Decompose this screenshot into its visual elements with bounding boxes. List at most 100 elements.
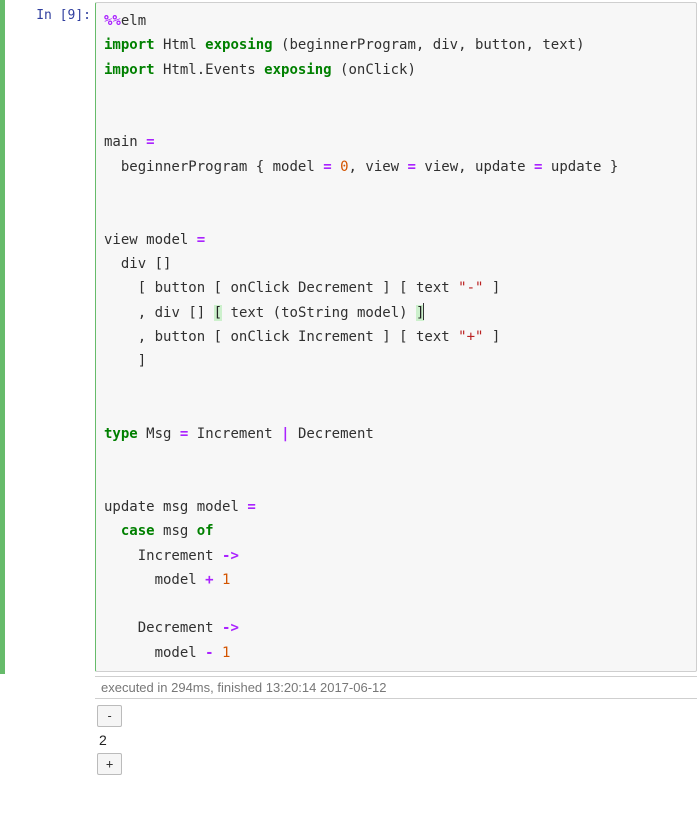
fn-beginnerprogram: beginnerProgram bbox=[121, 159, 247, 175]
def-main: main bbox=[104, 134, 138, 150]
op-pipe: | bbox=[281, 426, 289, 442]
rbracket: ] bbox=[492, 280, 500, 296]
expose-item: text bbox=[542, 37, 576, 53]
op-plus: + bbox=[205, 572, 213, 588]
def-view: view bbox=[104, 232, 138, 248]
op-equals: = bbox=[197, 232, 205, 248]
op-equals: = bbox=[534, 159, 542, 175]
lit-one: 1 bbox=[222, 645, 230, 661]
fn-text: text bbox=[416, 329, 450, 345]
mod-html: Html bbox=[163, 37, 197, 53]
brace-close: } bbox=[610, 159, 618, 175]
kw-exposing: exposing bbox=[264, 62, 331, 78]
comma: , bbox=[138, 305, 146, 321]
code-content[interactable]: %%elm import Html exposing ( beginnerProg… bbox=[96, 3, 696, 671]
lbracket: [ bbox=[399, 329, 407, 345]
msg-increment: Increment bbox=[298, 329, 374, 345]
op-arrow: -> bbox=[222, 620, 239, 636]
matched-lbracket: [ bbox=[214, 305, 222, 321]
fn-button: button bbox=[155, 329, 206, 345]
increment-button[interactable]: + bbox=[97, 753, 122, 775]
arg-model: model bbox=[197, 499, 239, 515]
op-minus: - bbox=[205, 645, 213, 661]
msg-decrement: Decrement bbox=[298, 280, 374, 296]
fn-div: div bbox=[155, 305, 180, 321]
lit-zero: 0 bbox=[340, 159, 348, 175]
op-arrow: -> bbox=[222, 548, 239, 564]
paren-open: ( bbox=[273, 305, 281, 321]
code-cell: In [9]: %%elm import Html exposing ( begi… bbox=[0, 0, 697, 674]
mod-html-events: Html.Events bbox=[163, 62, 256, 78]
lbracket: [ bbox=[138, 280, 146, 296]
fn-button: button bbox=[155, 280, 206, 296]
field-view: view bbox=[365, 159, 399, 175]
code-editor[interactable]: %%elm import Html exposing ( beginnerProg… bbox=[95, 2, 697, 672]
lit-one: 1 bbox=[222, 572, 230, 588]
kw-import: import bbox=[104, 37, 155, 53]
kw-exposing: exposing bbox=[205, 37, 272, 53]
expose-item: onClick bbox=[348, 62, 407, 78]
comma: , bbox=[458, 159, 466, 175]
rbracket: ] bbox=[382, 280, 390, 296]
str-minus: "-" bbox=[458, 280, 483, 296]
paren-close: ) bbox=[399, 305, 407, 321]
rbracket: ] bbox=[138, 353, 146, 369]
lbracket: [ bbox=[214, 280, 222, 296]
var-msg: msg bbox=[163, 523, 188, 539]
rbracket: ] bbox=[197, 305, 205, 321]
op-equals: = bbox=[180, 426, 188, 442]
rbracket: ] bbox=[163, 256, 171, 272]
field-update: update bbox=[475, 159, 526, 175]
brace-open: { bbox=[256, 159, 264, 175]
arg-model: model bbox=[146, 232, 188, 248]
type-msg: Msg bbox=[146, 426, 171, 442]
pattern-decrement: Decrement bbox=[138, 620, 214, 636]
var-update: update bbox=[551, 159, 602, 175]
expose-item: beginnerProgram bbox=[289, 37, 415, 53]
magic-percent: %% bbox=[104, 13, 121, 29]
field-model: model bbox=[273, 159, 315, 175]
output-area: executed in 294ms, finished 13:20:14 201… bbox=[95, 676, 697, 781]
rbracket: ] bbox=[492, 329, 500, 345]
str-plus: "+" bbox=[458, 329, 483, 345]
text-cursor bbox=[423, 303, 424, 320]
op-equals: = bbox=[323, 159, 331, 175]
var-view: view bbox=[424, 159, 458, 175]
ctor-increment: Increment bbox=[197, 426, 273, 442]
paren-close: ) bbox=[408, 62, 416, 78]
rbracket: ] bbox=[382, 329, 390, 345]
expose-item: button bbox=[475, 37, 526, 53]
magic-lang: elm bbox=[121, 13, 146, 29]
var-model: model bbox=[155, 572, 197, 588]
comma: , bbox=[349, 159, 357, 175]
expose-item: div bbox=[433, 37, 458, 53]
input-prompt: In [9]: bbox=[5, 2, 95, 672]
paren-close: ) bbox=[576, 37, 584, 53]
fn-text: text bbox=[416, 280, 450, 296]
kw-type: type bbox=[104, 426, 138, 442]
decrement-button[interactable]: - bbox=[97, 705, 122, 727]
kw-of: of bbox=[197, 523, 214, 539]
op-equals: = bbox=[408, 159, 416, 175]
counter-value: 2 bbox=[97, 729, 697, 751]
fn-div: div bbox=[121, 256, 146, 272]
elm-app-output: - 2 + bbox=[95, 699, 697, 781]
op-equals: = bbox=[247, 499, 255, 515]
fn-tostring: toString bbox=[281, 305, 348, 321]
ctor-decrement: Decrement bbox=[298, 426, 374, 442]
fn-onclick: onClick bbox=[230, 280, 289, 296]
pattern-increment: Increment bbox=[138, 548, 214, 564]
fn-onclick: onClick bbox=[230, 329, 289, 345]
lbracket: [ bbox=[155, 256, 163, 272]
execution-meta: executed in 294ms, finished 13:20:14 201… bbox=[95, 676, 697, 699]
arg-msg: msg bbox=[163, 499, 188, 515]
lbracket: [ bbox=[399, 280, 407, 296]
comma: , bbox=[138, 329, 146, 345]
kw-import: import bbox=[104, 62, 155, 78]
lbracket: [ bbox=[214, 329, 222, 345]
lbracket: [ bbox=[188, 305, 196, 321]
op-equals: = bbox=[146, 134, 154, 150]
def-update: update bbox=[104, 499, 155, 515]
fn-text: text bbox=[231, 305, 265, 321]
var-model: model bbox=[357, 305, 399, 321]
